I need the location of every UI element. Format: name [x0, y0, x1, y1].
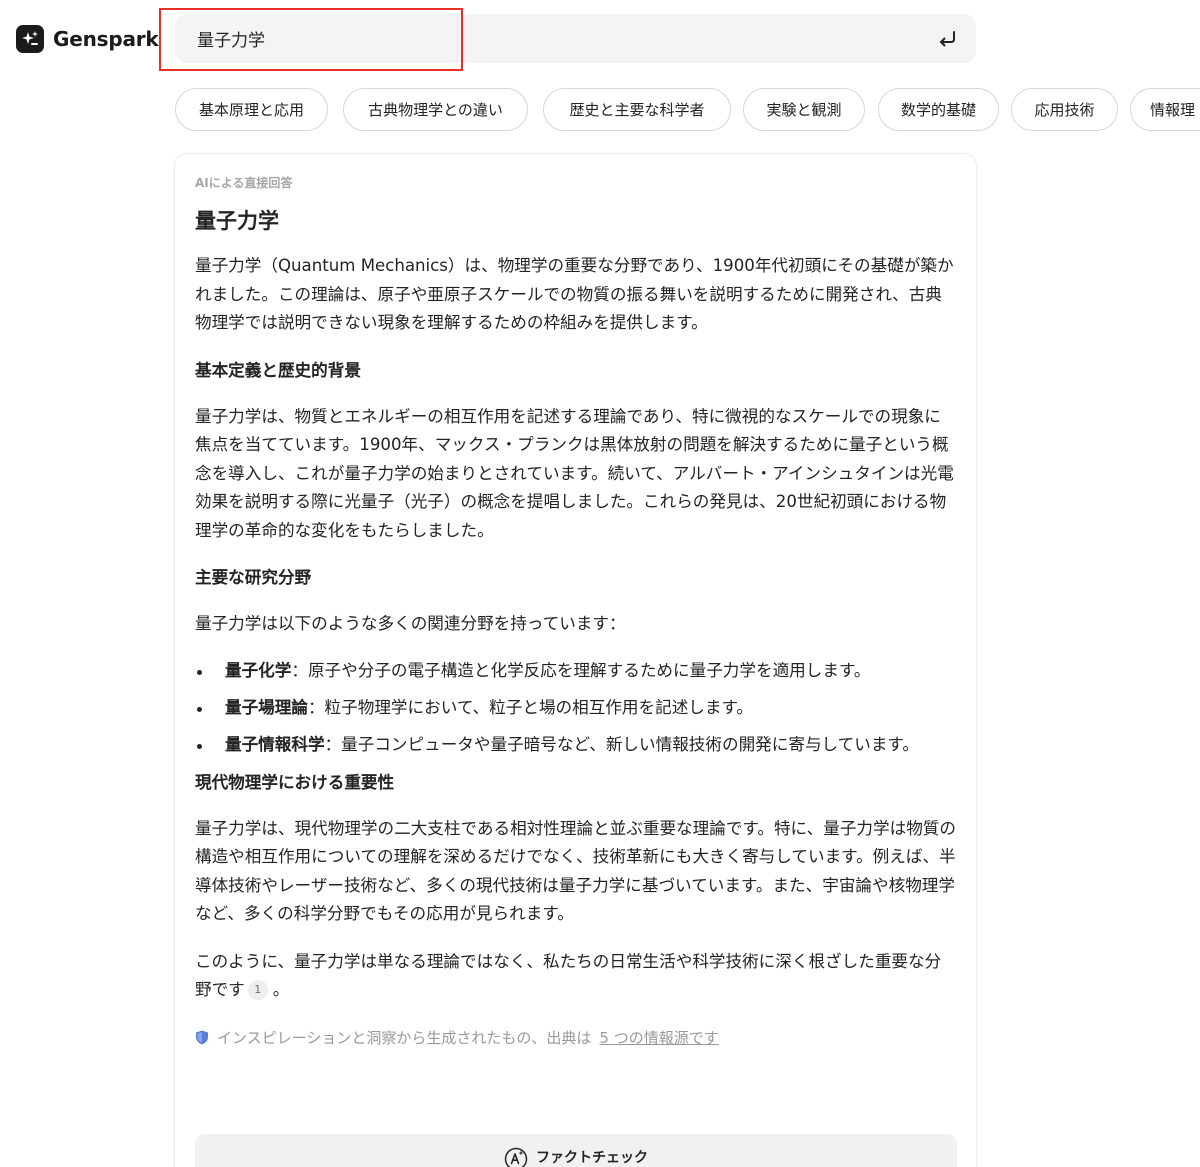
list-item-term: 量子場理論: [225, 697, 308, 717]
chip-information[interactable]: 情報理: [1130, 88, 1200, 131]
section-text: 量子力学は、物質とエネルギーの相互作用を記述する理論であり、特に微視的なスケール…: [195, 406, 954, 540]
section-text: 量子力学は以下のような多くの関連分野を持っています：: [195, 614, 626, 633]
footnote-text: インスピレーションと洞察から生成されたもの、出典は: [217, 1029, 592, 1047]
answer-title: 量子力学: [195, 209, 279, 233]
genspark-logo[interactable]: Genspark: [16, 22, 159, 56]
answer-intro: 量子力学（Quantum Mechanics）は、物理学の重要な分野であり、19…: [195, 256, 954, 332]
app-name: Genspark: [53, 27, 159, 51]
section-heading: 主要な研究分野: [195, 568, 312, 587]
answer-conclusion: このように、量子力学は単なる理論ではなく、私たちの日常生活や科学技術に深く根ざし…: [195, 948, 957, 1005]
search-highlight-annotation: [159, 8, 463, 71]
list-item-desc: ：粒子物理学において、粒子と場の相互作用を記述します。: [307, 697, 754, 717]
chip-applied-technology[interactable]: 応用技術: [1011, 88, 1118, 131]
section-heading: 基本定義と歴史的背景: [195, 360, 361, 380]
list-item-desc: ：原子や分子の電子構造と化学反応を理解するために量子力学を適用します。: [291, 660, 871, 680]
chip-classical-difference[interactable]: 古典物理学との違い: [343, 88, 528, 131]
research-fields-list: 量子化学：原子や分子の電子構造と化学反応を理解するために量子力学を適用します。 …: [195, 657, 957, 759]
conclusion-end: 。: [272, 980, 290, 999]
list-item: 量子情報科学：量子コンピュータや量子暗号など、新しい情報技術の開発に寄与していま…: [195, 731, 957, 759]
source-footnote: インスピレーションと洞察から生成されたもの、出典は 5 つの情報源です: [195, 1027, 957, 1049]
shield-icon: [196, 1030, 208, 1045]
sparkle-icon: [16, 25, 44, 53]
chip-mathematical-basis[interactable]: 数学的基礎: [878, 88, 999, 131]
list-item-term: 量子化学: [225, 660, 292, 680]
ai-answer-label: AIによる直接回答: [195, 176, 293, 190]
ai-answer-card: AIによる直接回答 量子力学 量子力学（Quantum Mechanics）は、…: [175, 154, 976, 1167]
citation-badge[interactable]: 1: [247, 980, 268, 1000]
list-item-term: 量子情報科学: [225, 734, 325, 754]
section-heading: 現代物理学における重要性: [195, 772, 395, 792]
section-text: 量子力学は、現代物理学の二大支柱である相対性理論と並ぶ重要な理論です。特に、量子…: [195, 818, 956, 924]
conclusion-text: このように、量子力学は単なる理論ではなく、私たちの日常生活や科学技術に深く根ざし…: [195, 951, 942, 1000]
factcheck-label: ファクトチェック: [536, 1150, 648, 1166]
list-item: 量子化学：原子や分子の電子構造と化学反応を理解するために量子力学を適用します。: [195, 657, 957, 685]
factcheck-button[interactable]: ファクトチェック: [195, 1134, 957, 1167]
chip-history-scientists[interactable]: 歴史と主要な科学者: [543, 88, 731, 131]
list-item: 量子場理論：粒子物理学において、粒子と場の相互作用を記述します。: [195, 694, 957, 722]
related-topic-chips: 基本原理と応用 古典物理学との違い 歴史と主要な科学者 実験と観測 数学的基礎 …: [175, 88, 1200, 132]
sources-link[interactable]: 5 つの情報源です: [599, 1027, 718, 1048]
chip-experiments[interactable]: 実験と観測: [743, 88, 865, 131]
enter-return-icon[interactable]: [936, 28, 958, 50]
chip-basic-principles[interactable]: 基本原理と応用: [175, 88, 328, 131]
list-item-desc: ：量子コンピュータや量子暗号など、新しい情報技術の開発に寄与しています。: [324, 734, 919, 754]
ai-check-icon: [504, 1147, 528, 1167]
